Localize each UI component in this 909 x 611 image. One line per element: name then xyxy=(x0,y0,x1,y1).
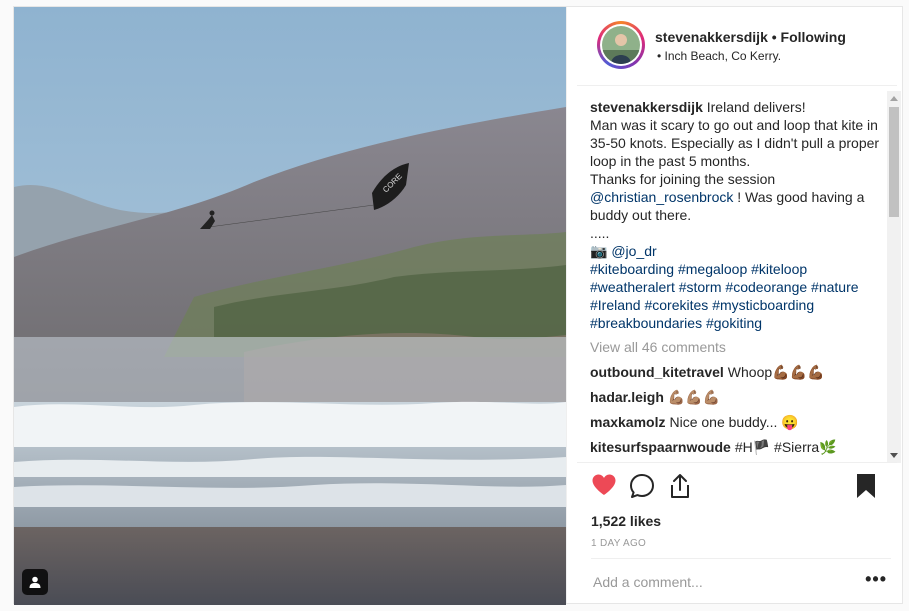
bookmark-icon[interactable] xyxy=(855,473,877,502)
mention-link[interactable]: @christian_rosenbrock xyxy=(590,189,733,205)
user-tag-icon[interactable] xyxy=(22,569,48,595)
post-actions: 1,522 likes 1 DAY AGO ••• xyxy=(577,462,897,603)
post-container: CORE stevenakkersdijk • Following • Inch… xyxy=(13,6,903,605)
comment-username[interactable]: outbound_kitetravel xyxy=(590,364,724,380)
share-icon[interactable] xyxy=(667,473,693,502)
comment-username[interactable]: kitesurfspaarnwoude xyxy=(590,439,731,455)
add-comment-box: ••• xyxy=(591,558,891,603)
mention-link[interactable]: @jo_dr xyxy=(611,243,656,259)
avatar[interactable] xyxy=(597,21,645,69)
comment-username[interactable]: maxkamolz xyxy=(590,414,665,430)
heart-icon[interactable] xyxy=(591,473,617,500)
header-separator: • xyxy=(771,29,777,45)
scroll-down-arrow-icon[interactable] xyxy=(890,453,898,458)
post-photo[interactable]: CORE xyxy=(14,7,566,605)
comment-item: kitesurfspaarnwoude #H🏴 #Sierra🌿 xyxy=(590,438,880,456)
camera-icon: 📷 xyxy=(590,243,608,259)
header-user-line: stevenakkersdijk • Following xyxy=(655,29,846,45)
post-timestamp[interactable]: 1 DAY AGO xyxy=(591,538,646,549)
comment-username[interactable]: hadar.leigh xyxy=(590,389,664,405)
header-username[interactable]: stevenakkersdijk xyxy=(655,29,768,45)
comment-item: outbound_kitetravel Whoop💪🏾💪🏾💪🏾 xyxy=(590,363,880,381)
comment-text: Whoop💪🏾💪🏾💪🏾 xyxy=(727,364,825,380)
comment-item: hadar.leigh 💪🏽💪🏽💪🏽 xyxy=(590,388,880,406)
comment-icon[interactable] xyxy=(629,473,655,502)
kitesurf-photo: CORE xyxy=(14,7,566,605)
caption-line2: Man was it scary to go out and loop that… xyxy=(590,117,880,169)
comment-text: Nice one buddy... 😛 xyxy=(669,414,799,430)
post-header: stevenakkersdijk • Following • Inch Beac… xyxy=(577,7,897,86)
hashtag-link[interactable]: #breakboundaries xyxy=(590,315,702,331)
hashtag-link[interactable]: #storm xyxy=(679,279,722,295)
following-button[interactable]: Following xyxy=(781,29,846,45)
scrollbar-thumb[interactable] xyxy=(889,107,899,217)
hashtag-link[interactable]: #kiteboarding xyxy=(590,261,674,277)
caption-line3: Thanks for joining the session xyxy=(590,171,776,187)
comments-list[interactable]: stevenakkersdijk Ireland delivers! Man w… xyxy=(590,98,880,461)
hashtag-link[interactable]: #nature xyxy=(811,279,858,295)
hashtag-link[interactable]: #megaloop xyxy=(678,261,747,277)
hashtag-link[interactable]: #gokiting xyxy=(706,315,762,331)
hashtag-link[interactable]: #kiteloop xyxy=(751,261,807,277)
view-all-comments-link[interactable]: View all 46 comments xyxy=(590,338,880,356)
likes-count[interactable]: 1,522 likes xyxy=(591,513,661,529)
hashtag-link[interactable]: #corekites xyxy=(644,297,708,313)
caption-dots: ..... xyxy=(590,225,610,241)
comment-item: maxkamolz Nice one buddy... 😛 xyxy=(590,413,880,431)
caption-author[interactable]: stevenakkersdijk xyxy=(590,99,703,115)
more-options-icon[interactable]: ••• xyxy=(865,569,887,590)
caption: stevenakkersdijk Ireland delivers! Man w… xyxy=(590,98,880,332)
comment-text: #H🏴 #Sierra🌿 xyxy=(734,439,837,455)
comment-input[interactable] xyxy=(591,571,845,593)
post-side-panel: stevenakkersdijk • Following • Inch Beac… xyxy=(566,7,903,603)
hashtag-link[interactable]: #weatheralert xyxy=(590,279,675,295)
hashtag-link[interactable]: #codeorange xyxy=(725,279,807,295)
scroll-up-arrow-icon[interactable] xyxy=(890,96,898,101)
comment-text: 💪🏽💪🏽💪🏽 xyxy=(667,389,721,405)
caption-line1: Ireland delivers! xyxy=(706,99,806,115)
hashtag-link[interactable]: #Ireland xyxy=(590,297,641,313)
comments-scrollbar[interactable] xyxy=(887,91,901,463)
hashtag-link[interactable]: #mysticboarding xyxy=(712,297,814,313)
location-link[interactable]: • Inch Beach, Co Kerry. xyxy=(657,49,781,63)
